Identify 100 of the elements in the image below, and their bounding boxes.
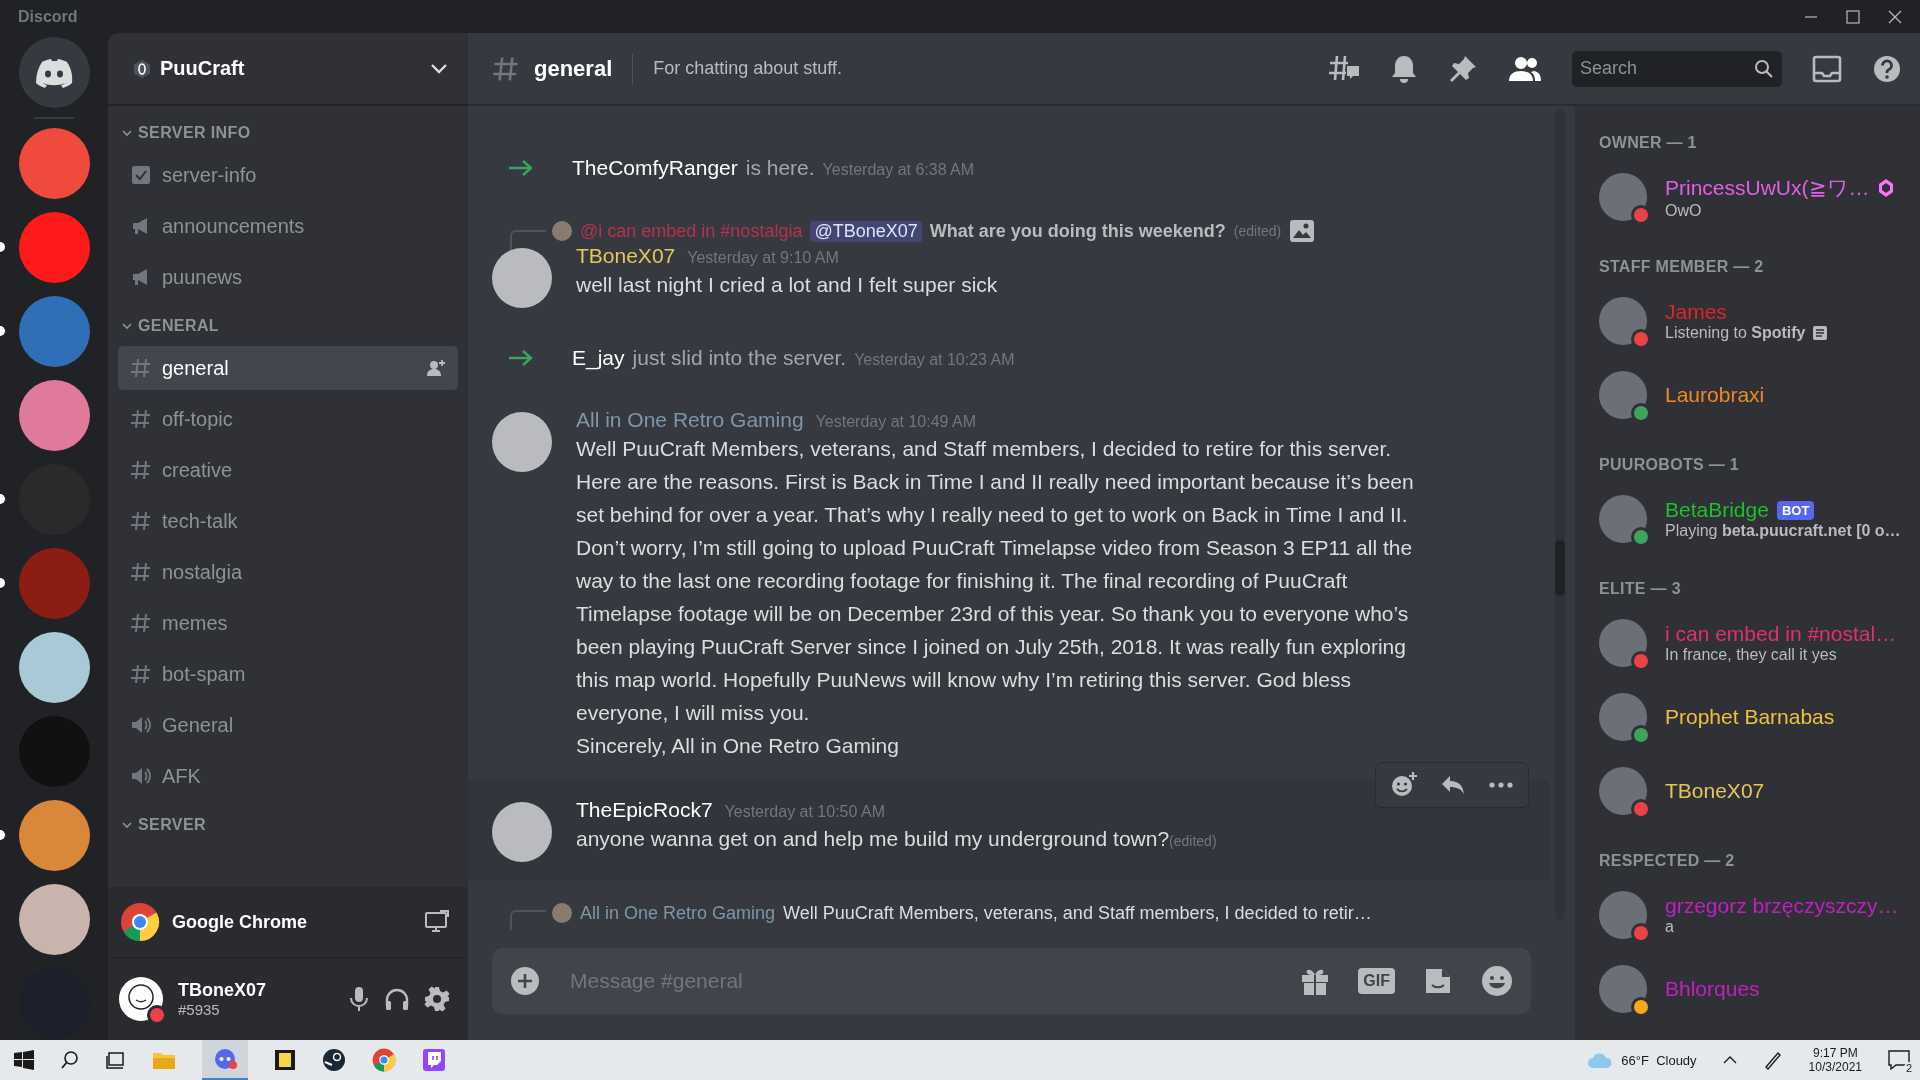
timestamp: Yesterday at 9:10 AM	[687, 249, 839, 267]
channel-item[interactable]: puunews	[118, 255, 458, 299]
member-activity: Playing beta.puucraft.net [0 o…	[1665, 522, 1901, 540]
reply-author[interactable]: All in One Retro Gaming	[580, 902, 776, 924]
member-activity: Listening to Spotify	[1665, 324, 1806, 342]
user-avatar[interactable]	[118, 976, 164, 1022]
member-avatar	[1599, 173, 1647, 221]
member-name[interactable]: Laurobraxi	[1665, 383, 1765, 407]
headphones-icon[interactable]	[384, 986, 410, 1012]
more-icon[interactable]	[1488, 781, 1514, 789]
hash-icon	[130, 357, 152, 379]
category-title: SERVER	[138, 816, 206, 834]
search-icon[interactable]	[60, 1050, 80, 1070]
add-reaction-icon[interactable]	[1390, 771, 1418, 799]
author-name[interactable]: TheEpicRock7	[576, 798, 713, 822]
edited-label: (edited)	[1233, 223, 1282, 239]
emoji-icon[interactable]	[1481, 965, 1513, 997]
bot-tag: BOT	[1776, 500, 1815, 520]
microphone-icon[interactable]	[348, 986, 370, 1012]
clock-date[interactable]: 10/3/2021	[1808, 1060, 1862, 1074]
channel-item[interactable]: General	[118, 703, 458, 747]
chat-logo-icon	[35, 57, 73, 88]
add-icon[interactable]	[510, 966, 540, 996]
close-icon[interactable]	[1888, 9, 1902, 24]
inbox-icon[interactable]	[1812, 54, 1842, 83]
member-activity: OwO	[1665, 202, 1702, 220]
channel-item[interactable]: AFK	[118, 754, 458, 798]
avatar[interactable]	[492, 802, 552, 862]
member-avatar	[1599, 891, 1647, 939]
bell-icon[interactable]	[1390, 53, 1418, 84]
scrollbar-track[interactable]	[1555, 110, 1565, 920]
member-name[interactable]: PrincessUwUx(≧ワ…	[1665, 174, 1870, 202]
maximize-icon[interactable]	[1846, 9, 1860, 24]
mention[interactable]: @TBoneX07	[810, 220, 922, 242]
author-name[interactable]: TBoneX07	[576, 244, 676, 268]
streaming-app-icon[interactable]	[422, 1048, 446, 1072]
screen-share-icon[interactable]	[424, 910, 450, 934]
chat-app-taskbar-icon[interactable]	[202, 1040, 248, 1080]
caret-up-icon[interactable]	[1722, 1055, 1737, 1065]
channel-item[interactable]: announcements	[118, 204, 458, 248]
start-icon[interactable]	[14, 1050, 34, 1070]
reply-avatar	[552, 221, 572, 241]
sticky-note-icon[interactable]	[274, 1049, 296, 1071]
activity-name: Google Chrome	[172, 911, 308, 933]
hash-icon	[130, 612, 152, 634]
game-store-icon[interactable]	[322, 1048, 346, 1072]
timestamp: Yesterday at 6:38 AM	[822, 161, 975, 179]
reply-line	[510, 910, 546, 930]
browser-icon[interactable]	[372, 1048, 396, 1072]
member-name[interactable]: grzegorz brzęczyszczy…	[1665, 894, 1899, 918]
member-name[interactable]: James	[1665, 300, 1727, 324]
channel-item[interactable]: off-topic	[118, 397, 458, 441]
task-view-icon[interactable]	[106, 1050, 126, 1070]
member-group-title: OWNER — 1	[1599, 134, 1698, 152]
invite-icon[interactable]	[426, 359, 446, 377]
channel-item[interactable]: server-info	[118, 153, 458, 197]
notification-button[interactable]: 2	[1888, 1050, 1910, 1070]
sticker-icon[interactable]	[1423, 966, 1453, 996]
speaker-icon	[130, 714, 152, 736]
channel-item[interactable]: bot-spam	[118, 652, 458, 696]
member-avatar	[1599, 371, 1647, 419]
channel-item[interactable]: general	[118, 346, 458, 390]
author-name[interactable]: All in One Retro Gaming	[576, 408, 804, 432]
message-text: Sincerely, All in One Retro Gaming	[576, 733, 900, 759]
channel-hash-icon	[492, 54, 520, 83]
category-title: SERVER INFO	[138, 124, 251, 142]
member-avatar	[1599, 965, 1647, 1013]
channel-item[interactable]: creative	[118, 448, 458, 492]
chevron-down-icon	[122, 128, 132, 138]
search-field[interactable]: Search	[1572, 50, 1782, 87]
channel-item[interactable]: tech-talk	[118, 499, 458, 543]
channel-item[interactable]: memes	[118, 601, 458, 645]
member-avatar	[1599, 693, 1647, 741]
avatar[interactable]	[492, 248, 552, 308]
member-name[interactable]: Prophet Barnabas	[1665, 705, 1835, 729]
member-name[interactable]: i can embed in #nostal…	[1665, 622, 1897, 646]
scrollbar-thumb[interactable]	[1555, 540, 1565, 596]
hash-icon	[130, 510, 152, 532]
member-name[interactable]: Bhlorques	[1665, 977, 1760, 1001]
settings-icon[interactable]	[424, 986, 450, 1012]
timestamp: Yesterday at 10:49 AM	[815, 413, 976, 431]
author-name[interactable]: E_jay	[572, 346, 625, 370]
pen-icon[interactable]	[1762, 1050, 1783, 1070]
pin-icon[interactable]	[1448, 53, 1478, 84]
channel-topic: For chatting about stuff.	[653, 58, 843, 79]
member-name[interactable]: TBoneX07	[1665, 779, 1765, 803]
clock-time[interactable]: 9:17 PM	[1812, 1046, 1858, 1060]
channel-item[interactable]: nostalgia	[118, 550, 458, 594]
members-icon[interactable]	[1508, 54, 1542, 83]
author-name[interactable]: TheComfyRanger	[572, 156, 738, 180]
image-icon	[1289, 219, 1316, 243]
avatar[interactable]	[492, 412, 552, 472]
arrow-right-icon	[508, 159, 534, 177]
arrow-right-icon	[508, 349, 534, 367]
help-icon[interactable]	[1872, 53, 1902, 84]
message-text: anyone wanna get on and help me build my underground town?(edited)	[576, 826, 1218, 852]
weather-text[interactable]: 66°F Cloudy	[1621, 1052, 1697, 1068]
gif-button[interactable]: GIF	[1358, 968, 1395, 994]
reply-avatar	[552, 903, 572, 923]
member-name[interactable]: BetaBridge	[1665, 498, 1769, 522]
